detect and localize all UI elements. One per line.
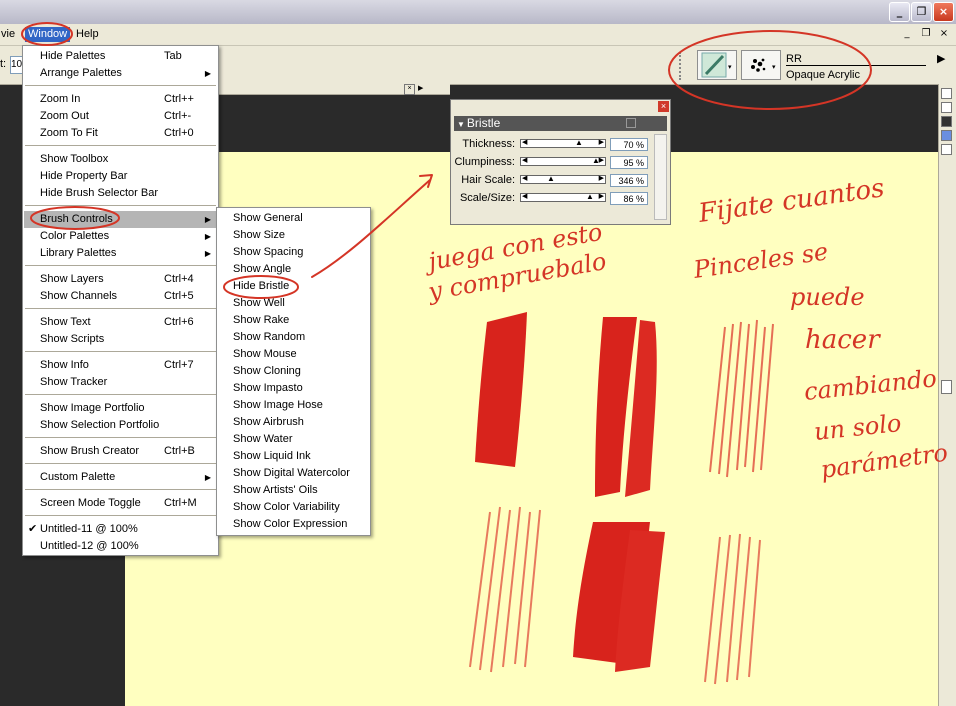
note2-line-3: puede bbox=[790, 283, 865, 311]
brush-controls-circle bbox=[30, 206, 120, 230]
note2-line-5: cambiando bbox=[803, 364, 938, 406]
arrow-head bbox=[419, 174, 433, 188]
annotations-layer: juega con esto y compruebalo Fijate cuan… bbox=[21, 22, 950, 484]
note2-line-2: Pinceles se bbox=[691, 237, 830, 284]
note2-line-6: un solo bbox=[813, 409, 903, 446]
window-circle bbox=[21, 22, 73, 46]
note2-line-4: hacer bbox=[805, 325, 881, 355]
arrow-shaft bbox=[311, 179, 431, 278]
note2-line-1: Fijate cuantos bbox=[696, 173, 886, 229]
hide-bristle-circle bbox=[223, 275, 299, 299]
note2-line-7: parámetro bbox=[819, 438, 950, 484]
brush-selector-circle bbox=[668, 30, 872, 110]
